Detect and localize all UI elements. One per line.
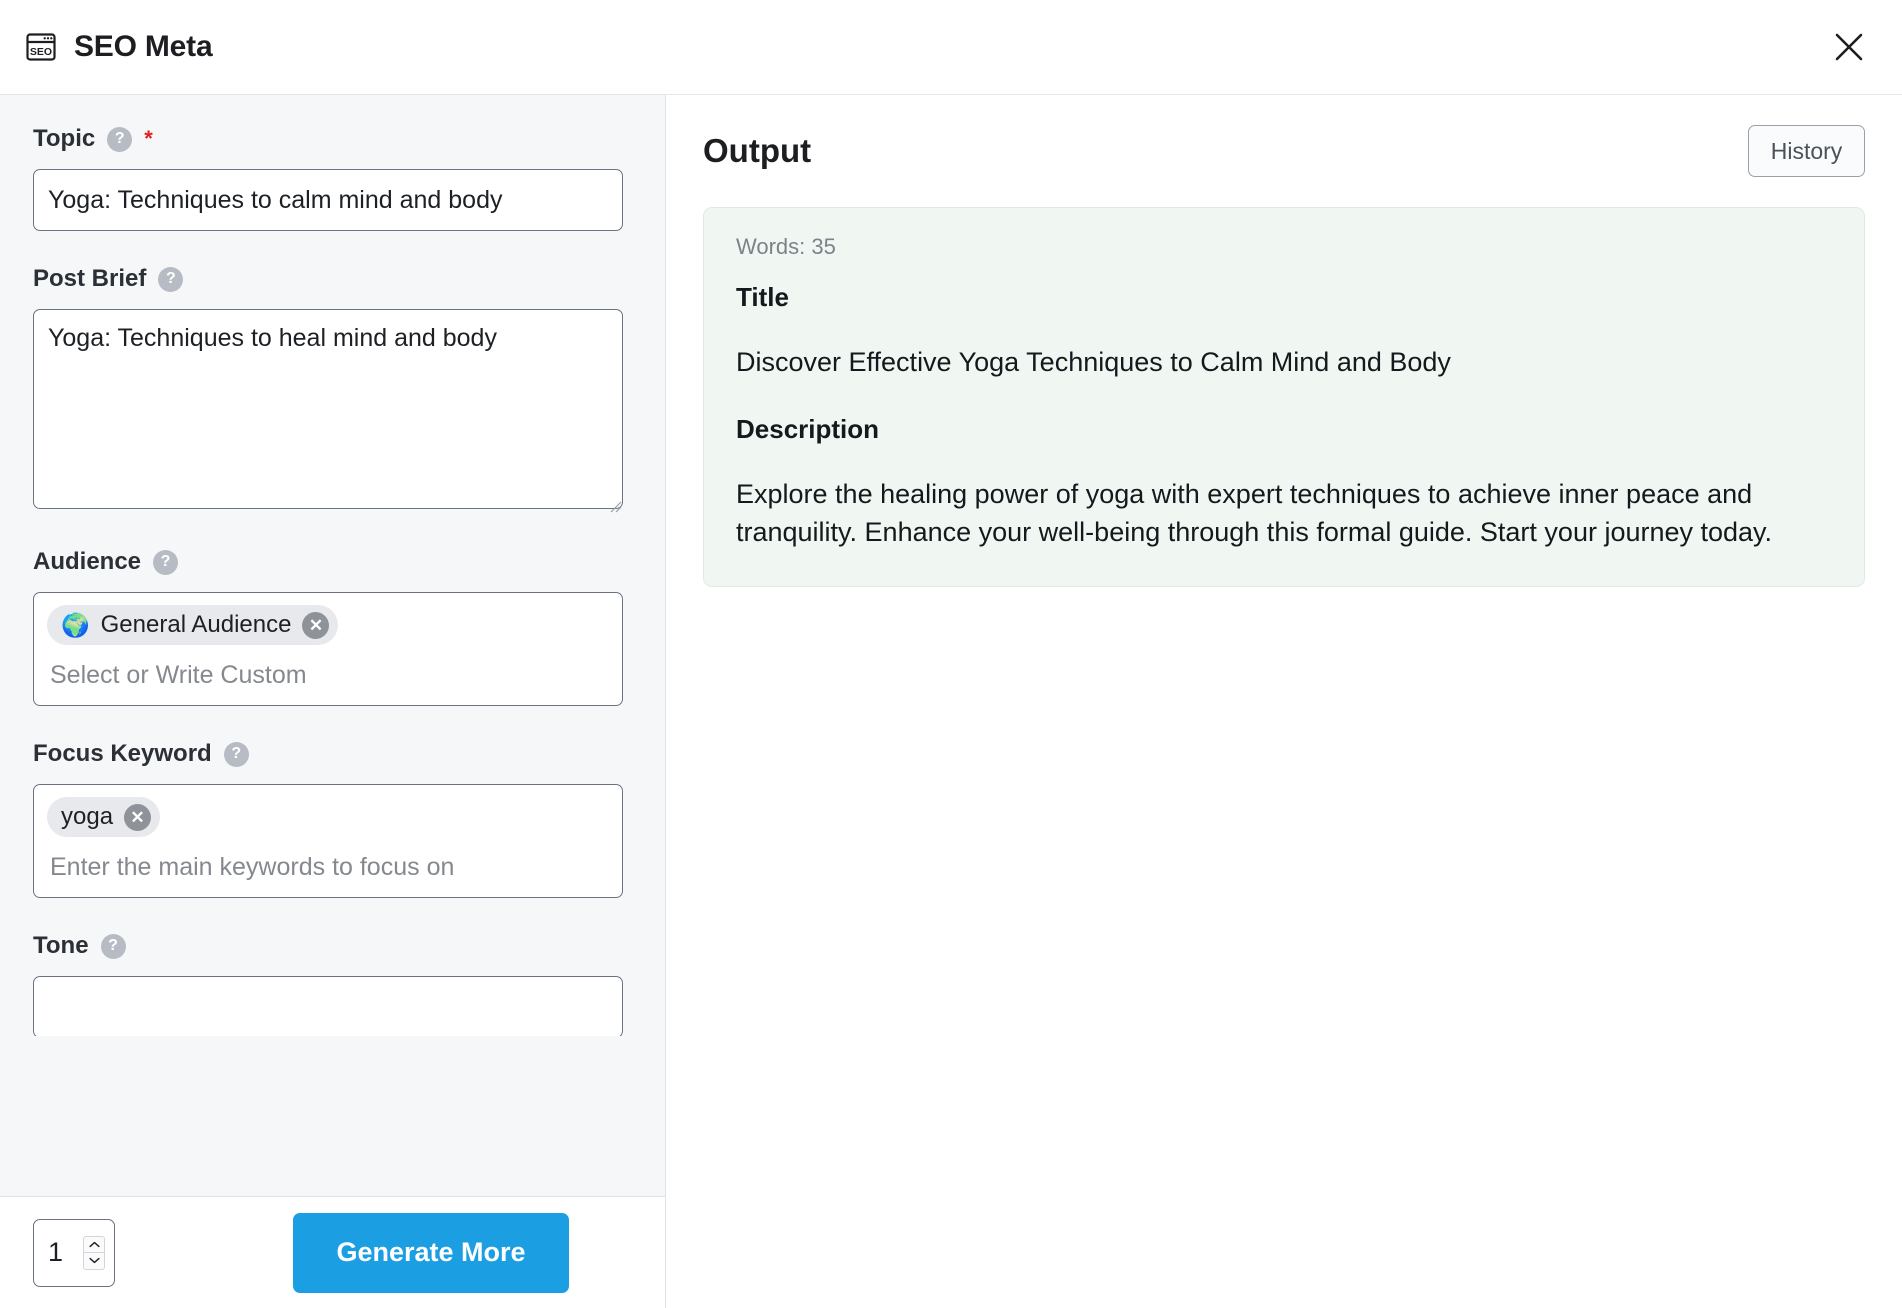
post-brief-label: Post Brief: [33, 265, 147, 292]
seo-meta-modal: SEO SEO Meta Topic ? * Yoga: Techniques …: [0, 0, 1902, 1308]
field-audience: Audience ? 🌍 General Audience ✕ Select o…: [33, 548, 632, 706]
word-count: Words: 35: [736, 234, 836, 259]
post-brief-label-row: Post Brief ?: [33, 265, 632, 293]
output-title: Output: [703, 132, 812, 169]
spinner-down-icon[interactable]: [84, 1253, 104, 1269]
tag-label: yoga: [61, 803, 114, 830]
post-brief-textarea[interactable]: [33, 309, 623, 509]
tone-label: Tone: [33, 932, 89, 959]
header-brand: SEO SEO Meta: [24, 30, 213, 64]
audience-tag-list: 🌍 General Audience ✕: [47, 605, 609, 645]
tone-input-clipped: [33, 976, 632, 1036]
spinner-control[interactable]: [83, 1235, 105, 1270]
output-result-card: Words: 35 Title Discover Effective Yoga …: [703, 207, 1865, 587]
tone-label-row: Tone ?: [33, 932, 632, 960]
history-button[interactable]: History: [1748, 125, 1865, 177]
topic-input[interactable]: [33, 169, 623, 231]
focus-keyword-label: Focus Keyword: [33, 740, 212, 767]
form-panel: Topic ? * Post Brief ?: [0, 95, 666, 1308]
tag-chip[interactable]: yoga ✕: [47, 797, 161, 837]
output-header: Output History: [703, 125, 1865, 177]
tag-remove-icon[interactable]: ✕: [124, 803, 152, 831]
focus-keyword-placeholder[interactable]: Enter the main keywords to focus on: [47, 853, 609, 886]
audience-tag-input[interactable]: 🌍 General Audience ✕ Select or Write Cus…: [33, 592, 623, 706]
field-topic: Topic ? *: [33, 125, 632, 231]
field-post-brief: Post Brief ?: [33, 265, 632, 514]
topic-label: Topic: [33, 125, 96, 152]
quantity-stepper[interactable]: 1: [33, 1218, 115, 1287]
audience-label: Audience: [33, 548, 142, 575]
tone-input[interactable]: [33, 976, 623, 1036]
svg-text:SEO: SEO: [30, 46, 52, 58]
tag-label: General Audience: [100, 611, 292, 638]
close-icon[interactable]: [1826, 24, 1872, 70]
output-panel: Output History Words: 35 Title Discover …: [666, 95, 1902, 1308]
generate-more-button[interactable]: Generate More: [293, 1212, 569, 1293]
modal-header: SEO SEO Meta: [0, 0, 1902, 95]
audience-label-row: Audience ?: [33, 548, 632, 576]
quantity-value: 1: [48, 1237, 64, 1267]
result-description-text: Explore the healing power of yoga with e…: [736, 478, 1773, 548]
post-brief-wrap: [33, 309, 623, 514]
globe-icon: 🌍: [61, 611, 90, 638]
focus-keyword-tag-input[interactable]: yoga ✕ Enter the main keywords to focus …: [33, 784, 623, 898]
topic-label-row: Topic ? *: [33, 125, 632, 153]
tag-chip[interactable]: 🌍 General Audience ✕: [47, 605, 339, 645]
help-icon[interactable]: ?: [223, 741, 249, 767]
form-footer: 1 Generate More: [0, 1196, 665, 1308]
focus-keyword-label-row: Focus Keyword ?: [33, 740, 632, 768]
result-title-heading: Title: [736, 282, 789, 312]
help-icon[interactable]: ?: [158, 266, 184, 292]
field-tone: Tone ?: [33, 932, 632, 1036]
help-icon[interactable]: ?: [107, 126, 133, 152]
result-title-text: Discover Effective Yoga Techniques to Ca…: [736, 347, 1451, 377]
modal-body: Topic ? * Post Brief ?: [0, 95, 1902, 1308]
spinner-up-icon[interactable]: [84, 1237, 104, 1253]
form-scroll-area: Topic ? * Post Brief ?: [0, 95, 665, 1196]
required-asterisk: *: [144, 126, 153, 151]
app-title: SEO Meta: [74, 30, 213, 63]
audience-placeholder[interactable]: Select or Write Custom: [47, 661, 609, 694]
focus-keyword-tag-list: yoga ✕: [47, 797, 609, 837]
field-focus-keyword: Focus Keyword ? yoga ✕ Enter the main ke…: [33, 740, 632, 898]
help-icon[interactable]: ?: [153, 549, 179, 575]
seo-window-icon: SEO: [24, 30, 58, 64]
tag-remove-icon[interactable]: ✕: [302, 611, 330, 639]
help-icon[interactable]: ?: [100, 933, 126, 959]
result-description-heading: Description: [736, 413, 880, 444]
